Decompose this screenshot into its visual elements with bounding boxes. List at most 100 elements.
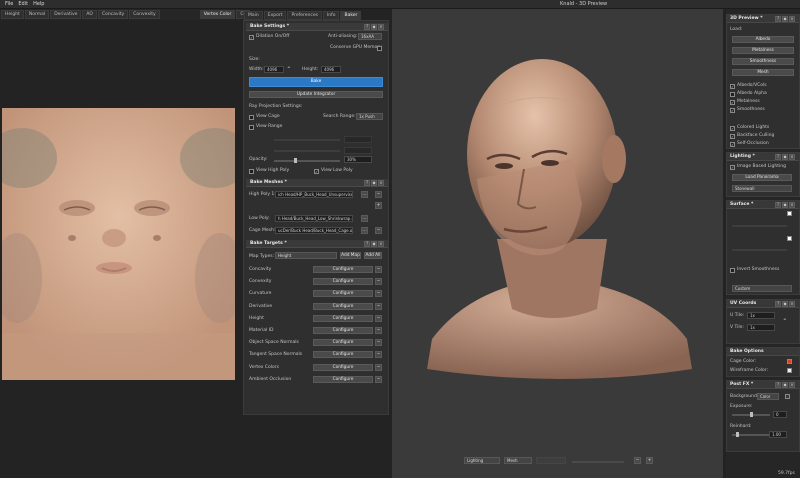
cage-color-swatch[interactable]	[787, 359, 792, 364]
configure-button[interactable]: Configure	[313, 339, 373, 347]
help-icon[interactable]: ?	[775, 16, 781, 22]
bake-meshes-header[interactable]: Bake Meshes * ? ◆ ×	[246, 179, 388, 187]
bake-settings-header[interactable]: Bake Settings * ? ◆ ×	[246, 23, 388, 31]
ibl-checkbox[interactable]: ✓	[730, 165, 735, 170]
remove-icon[interactable]: −	[375, 302, 382, 310]
configure-button[interactable]: Configure	[313, 327, 373, 334]
configure-button[interactable]: Configure	[313, 375, 373, 383]
remove-icon[interactable]: −	[375, 375, 382, 383]
tab-normal[interactable]: Normal	[24, 10, 50, 19]
opacity-slider[interactable]	[274, 158, 340, 163]
preview-checkbox[interactable]: ✓	[730, 134, 735, 139]
add-icon[interactable]: +	[646, 457, 653, 464]
tab-export[interactable]: Export	[263, 10, 287, 20]
load-panorama-button[interactable]: Load Panorama	[732, 174, 792, 181]
remove-icon[interactable]: −	[375, 339, 382, 347]
viewport-display-select[interactable]: Mesh	[504, 457, 532, 464]
view-range-checkbox[interactable]	[249, 125, 254, 130]
remove-icon[interactable]: −	[375, 191, 382, 198]
tab-main[interactable]: Main	[244, 10, 263, 20]
tab-ao[interactable]: AO	[82, 10, 97, 19]
reinhard-input[interactable]: 1.00	[769, 431, 787, 438]
viewport-mode-select[interactable]: Lighting	[464, 457, 500, 464]
view-low-poly-checkbox[interactable]: ✓	[314, 169, 319, 174]
pin-icon[interactable]: ◆	[371, 180, 377, 186]
close-icon[interactable]: ×	[789, 154, 795, 160]
background-color-swatch[interactable]	[785, 394, 790, 399]
configure-button[interactable]: Configure	[313, 302, 373, 310]
preview-header[interactable]: 3D Preview * ? ◆ ×	[727, 15, 799, 23]
width-input[interactable]: 4096	[264, 66, 284, 73]
surface-header[interactable]: Surface * ? ◆ ×	[727, 201, 799, 209]
lighting-header[interactable]: Lighting * ? ◆ ×	[727, 153, 799, 161]
help-icon[interactable]: ?	[775, 154, 781, 160]
browse-icon[interactable]: …	[361, 227, 368, 234]
uv-header[interactable]: UV Coords ? ◆ ×	[727, 300, 799, 308]
pin-icon[interactable]: ◆	[371, 24, 377, 30]
menu-help[interactable]: Help	[33, 1, 44, 7]
surface-color-swatch-2[interactable]	[787, 236, 792, 241]
configure-button[interactable]: Configure	[313, 363, 373, 371]
search-range-select[interactable]: 1x Push	[356, 113, 383, 120]
high-poly-input[interactable]: ich Head/HP_Buck_Head_Unsupervised.obj	[275, 191, 353, 198]
pin-icon[interactable]: ◆	[371, 241, 377, 247]
reinhard-slider-knob[interactable]	[735, 432, 739, 437]
tab-concavity[interactable]: Concavity	[97, 10, 129, 19]
remove-icon[interactable]: −	[375, 351, 382, 359]
help-icon[interactable]: ?	[364, 241, 370, 247]
lighting-preset-select[interactable]: Stonewall	[732, 185, 792, 192]
configure-button[interactable]: Configure	[313, 351, 373, 359]
exposure-input[interactable]: 0	[773, 411, 787, 418]
close-icon[interactable]: ×	[378, 24, 384, 30]
pin-icon[interactable]: ◆	[782, 382, 788, 388]
tab-preferences[interactable]: Preferences	[287, 10, 322, 20]
v-tile-input[interactable]: 1x	[747, 324, 775, 331]
help-icon[interactable]: ?	[775, 301, 781, 307]
load-smoothness-button[interactable]: Smoothness	[732, 58, 794, 65]
load-albedo-button[interactable]: Albedo	[732, 36, 794, 43]
cage-mesh-input[interactable]: ucDer/Buck Head/Buck_Head_Cage.obj	[275, 227, 353, 234]
view-cage-checkbox[interactable]	[249, 115, 254, 120]
low-poly-input[interactable]: h Head/Buck_Head_Low_Shrinkwrap.obj	[275, 215, 353, 222]
update-integrator-button[interactable]: Update Integrator	[249, 91, 383, 98]
preview-checkbox[interactable]: ✓	[730, 84, 735, 89]
texture-preview[interactable]	[2, 108, 235, 380]
bake-options-header[interactable]: Bake Options	[727, 348, 799, 356]
remove-icon[interactable]: −	[375, 227, 382, 234]
menu-edit[interactable]: Edit	[18, 1, 28, 7]
close-icon[interactable]: ×	[789, 202, 795, 208]
preview-checkbox[interactable]: ✓	[730, 142, 735, 147]
help-icon[interactable]: ?	[364, 180, 370, 186]
conserve-gpu-checkbox[interactable]	[377, 46, 382, 51]
load-mesh-button[interactable]: Mesh	[732, 69, 794, 76]
pin-icon[interactable]: ◆	[782, 202, 788, 208]
remove-icon[interactable]: −	[375, 314, 382, 322]
tab-baker[interactable]: Baker	[340, 10, 362, 20]
anti-aliasing-select[interactable]: 16xAA	[358, 33, 382, 40]
tab-height[interactable]: Height	[1, 10, 24, 19]
preview-checkbox[interactable]: ✓	[730, 108, 735, 113]
tab-convexity[interactable]: Convexity	[129, 10, 160, 19]
tab-derivative[interactable]: Derivative	[50, 10, 82, 19]
bake-button[interactable]: Bake	[249, 77, 383, 87]
wireframe-color-swatch[interactable]	[787, 368, 792, 373]
height-input[interactable]: 4096	[321, 66, 341, 73]
view-high-poly-checkbox[interactable]	[249, 169, 254, 174]
u-tile-input[interactable]: 1x	[747, 312, 775, 319]
tab-info[interactable]: Info	[322, 10, 340, 20]
viewport-slider[interactable]	[572, 461, 624, 463]
remove-icon[interactable]: −	[375, 363, 382, 371]
link-icon[interactable]: ⚭	[287, 66, 291, 71]
remove-icon[interactable]: −	[375, 327, 382, 334]
help-icon[interactable]: ?	[775, 202, 781, 208]
load-metalness-button[interactable]: Metalness	[732, 47, 794, 54]
help-icon[interactable]: ?	[775, 382, 781, 388]
opacity-input[interactable]: 30%	[344, 156, 372, 163]
bake-targets-header[interactable]: Bake Targets * ? ◆ ×	[246, 240, 388, 248]
dilation-checkbox[interactable]: ✓	[249, 35, 254, 40]
pin-icon[interactable]: ◆	[782, 301, 788, 307]
pin-icon[interactable]: ◆	[782, 16, 788, 22]
browse-icon[interactable]: …	[361, 215, 368, 222]
close-icon[interactable]: ×	[378, 180, 384, 186]
menu-file[interactable]: File	[5, 1, 13, 7]
